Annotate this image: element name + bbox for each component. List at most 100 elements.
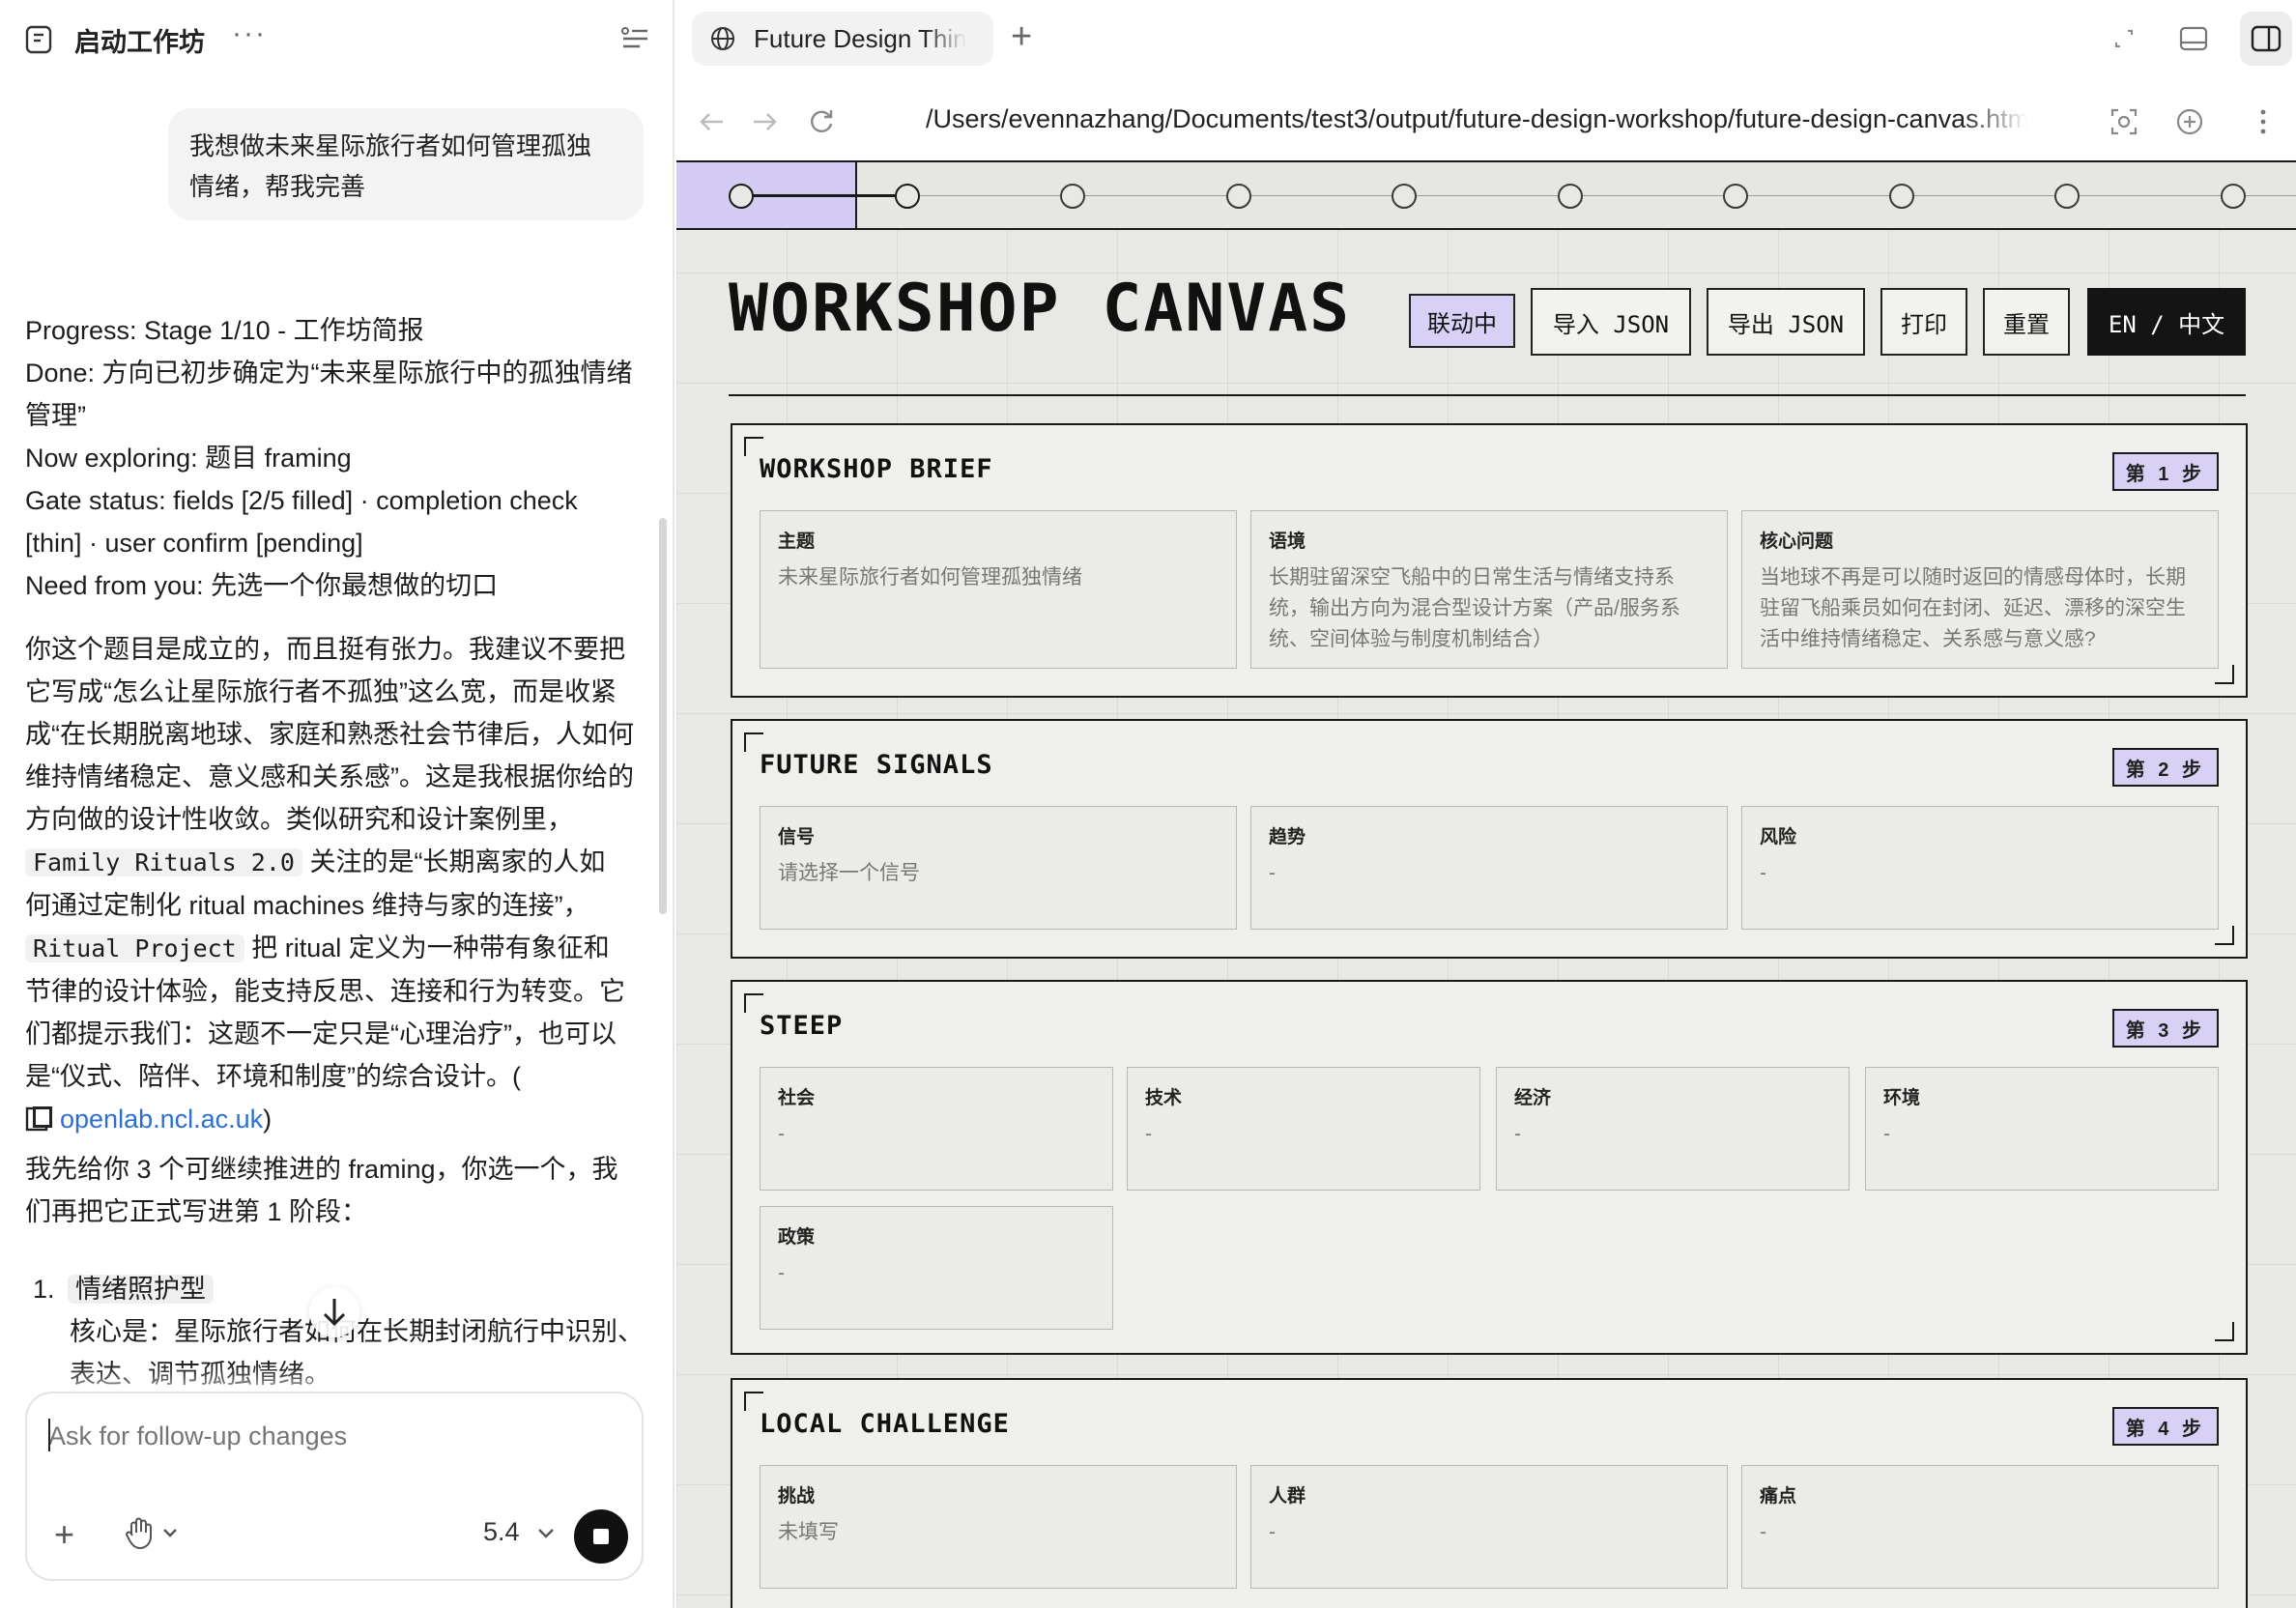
stage-dot[interactable]: [2054, 184, 2080, 209]
more-options-icon[interactable]: ···: [232, 17, 267, 50]
scroll-to-bottom-button[interactable]: [309, 1287, 359, 1337]
task-list-icon[interactable]: [620, 25, 649, 52]
field-label: 社会: [778, 1088, 816, 1108]
corner-mark: [744, 1392, 763, 1411]
section-title: WORKSHOP BRIEF: [760, 454, 993, 484]
menu-kebab-icon[interactable]: [2246, 104, 2281, 139]
field-value: 未填写: [778, 1521, 839, 1543]
inline-code: Ritual Project: [25, 934, 244, 962]
field-value: 请选择一个信号: [778, 862, 920, 884]
model-selector[interactable]: 5.4: [483, 1517, 556, 1547]
follow-up-input[interactable]: [48, 1417, 618, 1455]
field-signal[interactable]: 信号 请选择一个信号: [760, 806, 1237, 930]
paragraph-line: 维持情绪稳定、意义感和关系感”。这是我根据你给的: [25, 762, 634, 791]
step-badge: 第 1 步: [2111, 452, 2219, 491]
stage-dot[interactable]: [1723, 184, 1748, 209]
paragraph-text: ): [263, 1105, 273, 1134]
live-sync-button[interactable]: 联动中: [1409, 294, 1515, 348]
stage-dot[interactable]: [1392, 184, 1417, 209]
field-value: -: [1514, 1123, 1521, 1145]
field-value: -: [1269, 1521, 1276, 1543]
field-value: -: [778, 1262, 785, 1284]
stage-dot[interactable]: [2221, 184, 2246, 209]
field-label: 人群: [1269, 1486, 1306, 1507]
field-social[interactable]: 社会 -: [760, 1067, 1113, 1191]
side-panel-toggle[interactable]: [2240, 12, 2292, 66]
section-title: LOCAL CHALLENGE: [760, 1409, 1010, 1439]
field-risk[interactable]: 风险 -: [1741, 806, 2219, 930]
field-value: 长期驻留深空飞船中的日常生活与情绪支持系统，输出方向为混合型设计方案（产品/服务…: [1269, 566, 1680, 650]
arrow-down-icon: [323, 1299, 346, 1327]
field-audience[interactable]: 人群 -: [1250, 1465, 1728, 1589]
field-label: 信号: [778, 827, 816, 847]
assistant-paragraph: 你这个题目是成立的，而且挺有张力。我建议不要把 它写成“怎么让星际旅行者不孤独”…: [25, 628, 644, 1140]
field-policy[interactable]: 政策 -: [760, 1206, 1113, 1330]
forward-arrow-icon[interactable]: [748, 104, 783, 139]
expand-icon[interactable]: [2107, 21, 2141, 56]
reload-icon[interactable]: [804, 104, 839, 139]
paragraph-line: 是“仪式、陪伴、环境和制度”的综合设计。(: [25, 1062, 521, 1091]
field-value: -: [1760, 1521, 1766, 1543]
field-value: 未来星际旅行者如何管理孤独情绪: [778, 566, 1082, 589]
reset-button[interactable]: 重置: [1983, 288, 2070, 356]
import-json-button[interactable]: 导入 JSON: [1531, 288, 1691, 356]
field-pain-point[interactable]: 痛点 -: [1741, 1465, 2219, 1589]
url-field[interactable]: /Users/evennazhang/Documents/test3/outpu…: [926, 104, 2027, 134]
corner-mark: [2215, 1322, 2234, 1341]
stage-dot[interactable]: [895, 184, 920, 209]
stage-dot[interactable]: [1060, 184, 1085, 209]
text-caret: [48, 1419, 50, 1451]
field-challenge[interactable]: 挑战 未填写: [760, 1465, 1237, 1589]
canvas-title: WORKSHOP CANVAS: [729, 271, 1352, 347]
field-trend[interactable]: 趋势 -: [1250, 806, 1728, 930]
list-number: 1.: [33, 1275, 55, 1304]
hand-permission-icon[interactable]: [122, 1515, 180, 1550]
screenshot-icon[interactable]: [2107, 104, 2141, 139]
status-line: 管理”: [25, 401, 86, 430]
stage-dot[interactable]: [1889, 184, 1914, 209]
field-context[interactable]: 语境 长期驻留深空飞船中的日常生活与情绪支持系统，输出方向为混合型设计方案（产品…: [1250, 510, 1728, 669]
field-label: 风险: [1760, 827, 1797, 847]
field-core-question[interactable]: 核心问题 当地球不再是可以随时返回的情感母体时，长期驻留飞船乘员如何在封闭、延迟…: [1741, 510, 2219, 669]
address-bar: /Users/evennazhang/Documents/test3/outpu…: [676, 89, 2296, 157]
status-line: Progress: Stage 1/10 - 工作坊简报: [25, 316, 424, 345]
field-theme[interactable]: 主题 未来星际旅行者如何管理孤独情绪: [760, 510, 1237, 669]
globe-icon: [711, 27, 734, 50]
back-arrow-icon[interactable]: [694, 104, 729, 139]
paragraph-line: 我先给你 3 个可继续推进的 framing，你选一个，我: [25, 1155, 618, 1184]
bottom-panel-icon[interactable]: [2176, 21, 2211, 56]
browser-tab[interactable]: Future Design Thinking Workshop: [692, 12, 993, 66]
source-link[interactable]: openlab.ncl.ac.uk: [60, 1105, 263, 1134]
paragraph-line: 们再把它正式写进第 1 阶段：: [25, 1197, 368, 1226]
user-message-bubble: 我想做未来星际旅行者如何管理孤独 情绪，帮我完善: [168, 108, 644, 220]
model-version: 5.4: [483, 1517, 520, 1546]
site-favicon-icon[interactable]: [25, 1104, 54, 1133]
workshop-brief-card: WORKSHOP BRIEF 第 1 步 主题 未来星际旅行者如何管理孤独情绪 …: [731, 423, 2248, 698]
chat-header: 启动工作坊 ···: [0, 0, 673, 79]
section-title: STEEP: [760, 1011, 844, 1041]
stage-dot[interactable]: [1558, 184, 1583, 209]
status-line: Done: 方向已初步确定为“未来星际旅行中的孤独情绪: [25, 359, 633, 388]
field-technology[interactable]: 技术 -: [1127, 1067, 1480, 1191]
new-tab-button[interactable]: +: [1011, 17, 1032, 56]
field-label: 经济: [1514, 1088, 1552, 1108]
field-label: 语境: [1269, 531, 1306, 552]
add-comment-icon[interactable]: [2172, 104, 2207, 139]
field-value: -: [1883, 1123, 1890, 1145]
field-label: 痛点: [1760, 1486, 1797, 1507]
field-economy[interactable]: 经济 -: [1496, 1067, 1850, 1191]
paragraph-line: 们都提示我们：这题不一定只是“心理治疗”，也可以: [25, 1019, 617, 1048]
stop-generation-button[interactable]: [574, 1509, 628, 1564]
step-badge: 第 3 步: [2111, 1009, 2219, 1048]
export-json-button[interactable]: 导出 JSON: [1707, 288, 1865, 356]
language-toggle-button[interactable]: EN / 中文: [2087, 288, 2246, 356]
field-environment[interactable]: 环境 -: [1865, 1067, 2219, 1191]
document-icon[interactable]: [25, 25, 52, 54]
chat-scrollbar[interactable]: [659, 518, 667, 914]
stage-dot[interactable]: [729, 184, 754, 209]
paragraph-line: Ritual Project 把 ritual 定义为一种带有象征和: [25, 927, 644, 970]
stage-dot[interactable]: [1226, 184, 1251, 209]
print-button[interactable]: 打印: [1880, 288, 1967, 356]
attach-plus-button[interactable]: +: [54, 1517, 74, 1552]
tab-title: Future Design Thinking Workshop: [754, 24, 966, 53]
